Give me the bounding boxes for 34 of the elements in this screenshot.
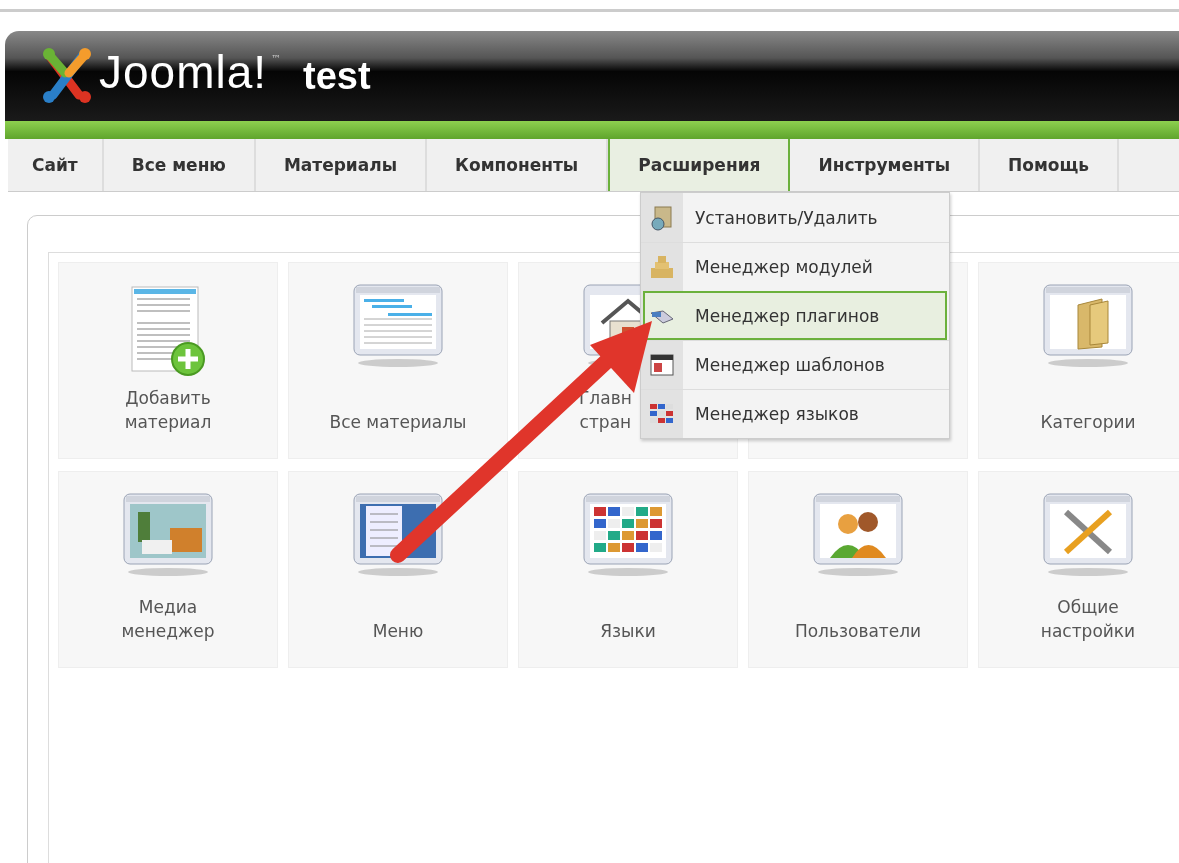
tile-label: Главн стран — [579, 387, 632, 434]
window-icon — [352, 283, 444, 369]
dropdown-item[interactable]: Менеджер языков — [641, 389, 949, 438]
dashboard-tile[interactable]: Общие настройки — [978, 471, 1179, 668]
tile-label: Все материалы — [329, 411, 467, 434]
dashboard-tile[interactable]: Добавить материал — [58, 262, 278, 459]
flags-icon — [582, 492, 674, 578]
tile-label: Категории — [1040, 411, 1136, 434]
site-name: test — [303, 54, 371, 98]
tools-icon — [1042, 492, 1134, 578]
blocks-icon — [649, 254, 675, 280]
tile-label: Добавить материал — [124, 387, 212, 434]
dashboard-tile[interactable]: Все материалы — [288, 262, 508, 459]
dashboard-tile[interactable]: Меню — [288, 471, 508, 668]
dropdown-item[interactable]: Установить/Удалить — [641, 193, 949, 242]
room-picture-icon — [122, 492, 214, 578]
tile-label: Пользователи — [794, 620, 922, 643]
box-disc-icon — [649, 204, 675, 231]
tile-label: Общие настройки — [1040, 596, 1136, 643]
logo-text: Joomla! — [99, 45, 268, 99]
dropdown-item-label: Установить/Удалить — [695, 207, 878, 228]
dashboard-tile[interactable]: Категории — [978, 262, 1179, 459]
folder-icon — [1042, 283, 1134, 369]
tile-label: Меню — [372, 620, 424, 643]
dashboard-tile[interactable]: Медиа менеджер — [58, 471, 278, 668]
template-window-icon — [649, 352, 675, 378]
dashboard-tile[interactable]: Пользователи — [748, 471, 968, 668]
tile-label: Медиа менеджер — [121, 596, 215, 643]
tile-label: Языки — [600, 620, 656, 643]
people-icon — [812, 492, 904, 578]
dashboard-tile[interactable]: Языки — [518, 471, 738, 668]
menu-tab[interactable]: Расширения — [608, 139, 791, 191]
trademark-mark: ™ — [271, 53, 282, 64]
dropdown-item[interactable]: Менеджер плагинов — [643, 291, 947, 340]
